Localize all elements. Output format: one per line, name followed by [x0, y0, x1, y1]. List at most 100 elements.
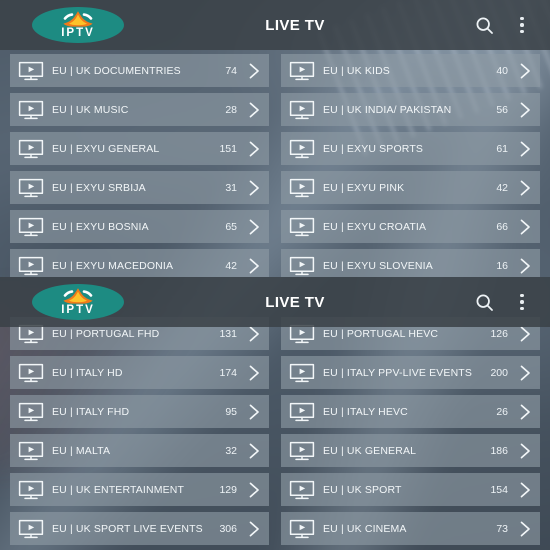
channel-count: 65: [225, 220, 237, 233]
category-label: EU | PORTUGAL FHD: [52, 327, 160, 340]
chevron-right-icon[interactable]: [514, 402, 534, 422]
tv-play-icon: [289, 480, 315, 500]
channel-category-row[interactable]: EU | EXYU SLOVENIA 16: [281, 249, 540, 277]
chevron-right-icon[interactable]: [514, 61, 534, 81]
tv-play-icon: [18, 178, 44, 198]
category-label: EU | EXYU MACEDONIA: [52, 259, 174, 272]
channel-category-row[interactable]: EU | EXYU SPORTS 61: [281, 132, 540, 165]
chevron-right-icon[interactable]: [243, 61, 263, 81]
logo-text: IPTV: [61, 27, 95, 39]
chevron-right-icon[interactable]: [514, 480, 534, 500]
chevron-right-icon[interactable]: [514, 139, 534, 159]
channel-count: 95: [225, 405, 237, 418]
channel-category-row[interactable]: EU | UK SPORT 154: [281, 473, 540, 506]
channel-count: 56: [496, 103, 508, 116]
channel-count: 61: [496, 142, 508, 155]
overflow-menu-icon[interactable]: [510, 13, 534, 37]
header-actions: [472, 290, 534, 314]
overflow-menu-icon[interactable]: [510, 290, 534, 314]
channel-category-row[interactable]: EU | EXYU SRBIJA 31: [10, 171, 269, 204]
chevron-right-icon[interactable]: [243, 402, 263, 422]
tv-play-icon: [289, 217, 315, 237]
chevron-right-icon[interactable]: [243, 139, 263, 159]
tv-play-icon: [289, 100, 315, 120]
channel-category-row[interactable]: EU | ITALY HEVC 26: [281, 395, 540, 428]
category-label: EU | UK DOCUMENTRIES: [52, 64, 181, 77]
category-label: EU | EXYU SLOVENIA: [323, 259, 433, 272]
channel-category-row[interactable]: EU | UK CINEMA 73: [281, 512, 540, 545]
tv-play-icon: [289, 178, 315, 198]
chevron-right-icon[interactable]: [514, 178, 534, 198]
chevron-right-icon[interactable]: [243, 363, 263, 383]
chevron-right-icon[interactable]: [514, 363, 534, 383]
channel-category-row[interactable]: EU | UK MUSIC 28: [10, 93, 269, 126]
channel-category-row[interactable]: EU | MALTA 32: [10, 434, 269, 467]
category-label: EU | ITALY HD: [52, 366, 123, 379]
channel-category-grid: EU | UK DOCUMENTRIES 74 EU | UK KIDS 40 …: [0, 50, 550, 277]
channel-category-row[interactable]: EU | UK KIDS 40: [281, 54, 540, 87]
channel-category-row[interactable]: EU | EXYU CROATIA 66: [281, 210, 540, 243]
channel-category-row[interactable]: EU | ITALY HD 174: [10, 356, 269, 389]
channel-count: 31: [225, 181, 237, 194]
chevron-right-icon[interactable]: [243, 100, 263, 120]
chevron-right-icon[interactable]: [243, 178, 263, 198]
chevron-right-icon[interactable]: [514, 100, 534, 120]
app-header: IPTV LIVE TV: [0, 277, 550, 327]
channel-count: 131: [219, 327, 237, 340]
chevron-right-icon[interactable]: [514, 441, 534, 461]
search-icon[interactable]: [472, 290, 496, 314]
category-label: EU | ITALY PPV-LIVE EVENTS: [323, 366, 473, 379]
channel-category-row[interactable]: EU | EXYU GENERAL 151: [10, 132, 269, 165]
channel-category-row[interactable]: EU | ITALY PPV-LIVE EVENTS 200: [281, 356, 540, 389]
tv-play-icon: [18, 519, 44, 539]
channel-count: 28: [225, 103, 237, 116]
chevron-right-icon[interactable]: [514, 256, 534, 276]
channel-category-row[interactable]: EU | EXYU MACEDONIA 42: [10, 249, 269, 277]
channel-category-row[interactable]: EU | EXYU PINK 42: [281, 171, 540, 204]
channel-count: 306: [219, 522, 237, 535]
category-label: EU | UK ENTERTAINMENT: [52, 483, 185, 496]
search-icon[interactable]: [472, 13, 496, 37]
channel-count: 40: [496, 64, 508, 77]
chevron-right-icon[interactable]: [243, 480, 263, 500]
tv-play-icon: [18, 480, 44, 500]
page-title: LIVE TV: [265, 293, 325, 311]
channel-category-row[interactable]: EU | UK INDIA/ PAKISTAN 56: [281, 93, 540, 126]
chevron-right-icon[interactable]: [243, 441, 263, 461]
chevron-right-icon[interactable]: [243, 256, 263, 276]
tv-play-icon: [289, 402, 315, 422]
chevron-right-icon[interactable]: [243, 217, 263, 237]
channel-category-row[interactable]: EU | UK GENERAL 186: [281, 434, 540, 467]
channel-category-row[interactable]: EU | UK ENTERTAINMENT 129: [10, 473, 269, 506]
category-label: EU | PORTUGAL HEVC: [323, 327, 439, 340]
tv-play-icon: [18, 100, 44, 120]
channel-category-row[interactable]: EU | EXYU BOSNIA 65: [10, 210, 269, 243]
tv-play-icon: [18, 139, 44, 159]
channel-category-grid: EU | PORTUGAL FHD 131 EU | PORTUGAL HEVC…: [0, 313, 550, 545]
category-label: EU | UK INDIA/ PAKISTAN: [323, 103, 452, 116]
category-label: EU | UK MUSIC: [52, 103, 129, 116]
channel-category-row[interactable]: EU | UK DOCUMENTRIES 74: [10, 54, 269, 87]
channel-category-row[interactable]: EU | UK SPORT LIVE EVENTS 306: [10, 512, 269, 545]
channel-count: 186: [490, 444, 508, 457]
category-label: EU | ITALY FHD: [52, 405, 130, 418]
live-tv-panel-top: IPTV LIVE TV EU | UK DOCUMENTRIES 74 EU …: [0, 0, 550, 277]
tv-play-icon: [18, 61, 44, 81]
tv-play-icon: [18, 363, 44, 383]
tv-play-icon: [289, 441, 315, 461]
tv-play-icon: [289, 363, 315, 383]
category-label: EU | MALTA: [52, 444, 111, 457]
page-title: LIVE TV: [265, 16, 325, 34]
channel-count: 16: [496, 259, 508, 272]
category-label: EU | UK KIDS: [323, 64, 390, 77]
channel-count: 66: [496, 220, 508, 233]
chevron-right-icon[interactable]: [514, 217, 534, 237]
category-label: EU | EXYU PINK: [323, 181, 405, 194]
chevron-right-icon[interactable]: [243, 519, 263, 539]
header-actions: [472, 13, 534, 37]
category-label: EU | EXYU SPORTS: [323, 142, 424, 155]
chevron-right-icon[interactable]: [514, 519, 534, 539]
channel-category-row[interactable]: EU | ITALY FHD 95: [10, 395, 269, 428]
category-label: EU | ITALY HEVC: [323, 405, 408, 418]
channel-count: 174: [219, 366, 237, 379]
